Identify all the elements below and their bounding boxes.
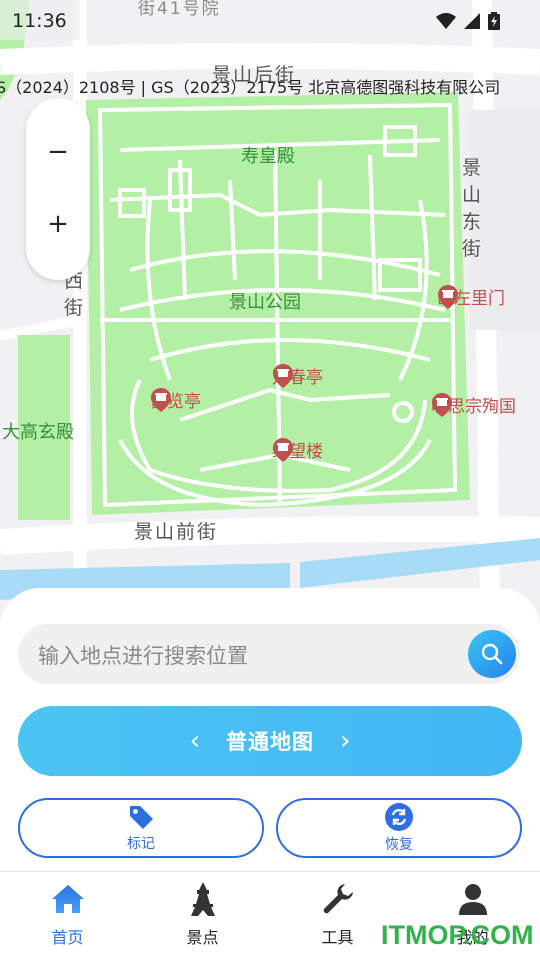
map-type-label: 普通地图: [226, 730, 314, 754]
user-icon: [458, 884, 487, 915]
poi-pin-icon: [432, 393, 452, 417]
tab-home[interactable]: 首页: [0, 872, 135, 961]
restore-button-label: 恢复: [385, 837, 413, 853]
area-label-jingshan-park: 景山公园: [229, 292, 301, 313]
map-type-switcher: ‹ 普通地图 ›: [18, 706, 522, 776]
tab-attractions-label: 景点: [186, 928, 219, 947]
restore-button[interactable]: 恢复: [276, 798, 522, 858]
zoom-control: − +: [26, 98, 90, 280]
poi-pin-icon: [151, 388, 171, 412]
home-icon: [51, 885, 84, 913]
search-button[interactable]: [468, 630, 516, 678]
search-input[interactable]: 输入地点进行搜索位置: [38, 640, 248, 670]
status-time: 11:36: [12, 10, 67, 32]
tab-tools-label: 工具: [321, 928, 354, 947]
map-approval-text: S（2024）2108号 | GS（2023）2175号 北京高德图强科技有限公…: [0, 78, 501, 97]
watermark-text: ITMOP.COM: [381, 920, 534, 950]
zoom-in-button[interactable]: +: [26, 188, 90, 260]
tab-home-label: 首页: [51, 928, 84, 947]
status-icons: [436, 12, 500, 30]
mark-button-label: 标记: [127, 836, 155, 852]
poi-mingsi-site[interactable]: 明思宗殉国: [431, 392, 516, 417]
battery-icon: [488, 12, 500, 30]
search-bar[interactable]: 输入地点进行搜索位置: [18, 624, 520, 684]
wrench-icon: [323, 884, 353, 914]
tower-icon: [190, 882, 215, 916]
map-type-prev-button[interactable]: ‹: [190, 726, 200, 756]
poi-pin-icon: [273, 364, 293, 388]
signal-icon: [464, 13, 480, 29]
poi-qiwang-tower[interactable]: 绮望楼: [272, 437, 323, 462]
refresh-icon: [385, 803, 413, 831]
poi-wanchun-pavilion[interactable]: 万春亭: [272, 363, 323, 388]
tag-icon: [130, 806, 153, 829]
wifi-icon: [436, 13, 456, 29]
map-view[interactable]: 街41号院 景山后街 景山东街 西街 景山前街 寿皇殿 景山公园 大高玄殿 万春…: [0, 0, 540, 620]
area-label-shouhuang-dian: 寿皇殿: [241, 146, 295, 167]
tab-attractions[interactable]: 景点: [135, 872, 270, 961]
road-label-jingshan-qian-jie: 景山前街: [134, 521, 219, 543]
mark-button[interactable]: 标记: [18, 798, 264, 858]
poi-pin-icon: [273, 438, 293, 462]
area-label-dagaoxuan-dian: 大高玄殿: [2, 422, 74, 443]
poi-pin-icon: [438, 285, 458, 309]
zoom-out-button[interactable]: −: [26, 116, 90, 188]
search-icon: [481, 643, 503, 665]
map-type-next-button[interactable]: ›: [340, 726, 350, 756]
road-label-jingshan-dong-jie: 景山东街: [462, 157, 482, 260]
status-bar: 11:36: [0, 4, 540, 34]
poi-shanzuo-gate[interactable]: 山左里门: [437, 284, 505, 309]
poi-fulan-pavilion[interactable]: 富览亭: [150, 387, 201, 412]
